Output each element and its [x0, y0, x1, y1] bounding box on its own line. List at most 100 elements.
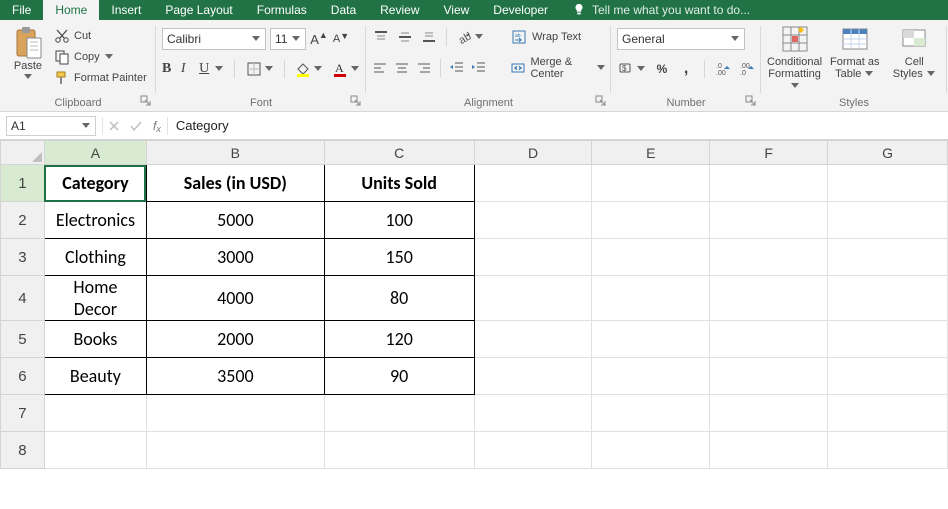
cell-C1[interactable]: Units Sold	[324, 165, 474, 202]
cell-G2[interactable]	[828, 202, 948, 239]
cut-button[interactable]: Cut	[54, 28, 147, 44]
col-header-F[interactable]: F	[710, 141, 828, 165]
copy-dropdown[interactable]	[104, 52, 114, 62]
cell-E8[interactable]	[592, 432, 710, 469]
align-center[interactable]	[394, 59, 410, 77]
cell-E4[interactable]	[592, 276, 710, 321]
alignment-launcher[interactable]	[595, 95, 607, 107]
cell-E3[interactable]	[592, 239, 710, 276]
cell-B6[interactable]: 3500	[146, 358, 324, 395]
borders-dropdown[interactable]	[264, 64, 274, 74]
cell-G1[interactable]	[828, 165, 948, 202]
fill-color-dropdown[interactable]	[313, 64, 323, 74]
number-format-combo[interactable]: General	[617, 28, 745, 50]
font-size-dropdown[interactable]	[291, 34, 301, 44]
cell-D2[interactable]	[474, 202, 592, 239]
cell-C6[interactable]: 90	[324, 358, 474, 395]
cell-B8[interactable]	[146, 432, 324, 469]
bold-button[interactable]: B	[162, 60, 171, 78]
underline-dropdown[interactable]	[214, 64, 224, 74]
cell-B7[interactable]	[146, 395, 324, 432]
cell-B3[interactable]: 3000	[146, 239, 324, 276]
col-header-G[interactable]: G	[828, 141, 948, 165]
number-launcher[interactable]	[745, 95, 757, 107]
cell-D1[interactable]	[474, 165, 592, 202]
col-header-E[interactable]: E	[592, 141, 710, 165]
cell-E2[interactable]	[592, 202, 710, 239]
cell-G3[interactable]	[828, 239, 948, 276]
cell-F8[interactable]	[710, 432, 828, 469]
fill-color-button[interactable]	[294, 60, 312, 78]
col-header-A[interactable]: A	[44, 141, 146, 165]
increase-font-size[interactable]: A▲	[310, 30, 328, 48]
decrease-font-size[interactable]: A▼	[332, 30, 350, 48]
cell-F2[interactable]	[710, 202, 828, 239]
align-bottom[interactable]	[420, 28, 438, 46]
clipboard-launcher[interactable]	[140, 95, 152, 107]
cell-C2[interactable]: 100	[324, 202, 474, 239]
italic-button[interactable]: I	[179, 60, 187, 78]
cell-B4[interactable]: 4000	[146, 276, 324, 321]
cancel-formula[interactable]	[103, 112, 125, 139]
name-box[interactable]: A1	[6, 116, 96, 136]
insert-function[interactable]: fx	[147, 119, 167, 133]
cell-D8[interactable]	[474, 432, 592, 469]
align-left[interactable]	[372, 59, 388, 77]
cell-F6[interactable]	[710, 358, 828, 395]
cell-E6[interactable]	[592, 358, 710, 395]
number-format-dropdown[interactable]	[730, 34, 740, 44]
paste-button[interactable]: Paste	[14, 60, 42, 72]
col-header-B[interactable]: B	[146, 141, 324, 165]
tab-file[interactable]: File	[0, 0, 43, 20]
merge-center-button[interactable]: Merge & Center	[510, 56, 605, 80]
cell-A1[interactable]: Category	[44, 165, 146, 202]
decrease-indent[interactable]	[449, 59, 465, 77]
col-header-D[interactable]: D	[474, 141, 592, 165]
cell-C7[interactable]	[324, 395, 474, 432]
enter-formula[interactable]	[125, 112, 147, 139]
accounting-dropdown[interactable]	[636, 64, 646, 74]
cell-A8[interactable]	[44, 432, 146, 469]
cell-A6[interactable]: Beauty	[44, 358, 146, 395]
cell-F4[interactable]	[710, 276, 828, 321]
align-right[interactable]	[416, 59, 432, 77]
cell-A4[interactable]: Home Decor	[44, 276, 146, 321]
cell-G4[interactable]	[828, 276, 948, 321]
tab-insert[interactable]: Insert	[99, 0, 153, 20]
format-painter-button[interactable]: Format Painter	[54, 70, 147, 86]
row-header-2[interactable]: 2	[1, 202, 45, 239]
cell-D3[interactable]	[474, 239, 592, 276]
cell-C4[interactable]: 80	[324, 276, 474, 321]
cell-B2[interactable]: 5000	[146, 202, 324, 239]
font-color-dropdown[interactable]	[350, 64, 360, 74]
tab-review[interactable]: Review	[368, 0, 431, 20]
tab-formulas[interactable]: Formulas	[245, 0, 319, 20]
cf-dropdown[interactable]	[790, 81, 800, 91]
align-top[interactable]	[372, 28, 390, 46]
paste-icon[interactable]	[13, 26, 43, 60]
cell-G6[interactable]	[828, 358, 948, 395]
tab-page-layout[interactable]: Page Layout	[153, 0, 244, 20]
paste-dropdown[interactable]	[23, 72, 33, 82]
orientation-button[interactable]: ab	[455, 28, 473, 46]
increase-decimal[interactable]: .0.00	[715, 60, 731, 78]
cell-A5[interactable]: Books	[44, 321, 146, 358]
cell-D4[interactable]	[474, 276, 592, 321]
decrease-decimal[interactable]: .00.0	[739, 60, 755, 78]
cell-D6[interactable]	[474, 358, 592, 395]
cs-dropdown[interactable]	[926, 69, 936, 79]
borders-button[interactable]	[245, 60, 263, 78]
row-header-8[interactable]: 8	[1, 432, 45, 469]
fat-dropdown[interactable]	[864, 69, 874, 79]
select-all-corner[interactable]	[1, 141, 45, 165]
cell-D7[interactable]	[474, 395, 592, 432]
percent-style[interactable]: %	[654, 60, 670, 78]
cell-E7[interactable]	[592, 395, 710, 432]
cell-G8[interactable]	[828, 432, 948, 469]
row-header-5[interactable]: 5	[1, 321, 45, 358]
font-name-dropdown[interactable]	[251, 34, 261, 44]
cell-C8[interactable]	[324, 432, 474, 469]
cell-B1[interactable]: Sales (in USD)	[146, 165, 324, 202]
wrap-text-button[interactable]: ab Wrap Text	[510, 28, 581, 46]
underline-button[interactable]: U	[195, 60, 213, 78]
